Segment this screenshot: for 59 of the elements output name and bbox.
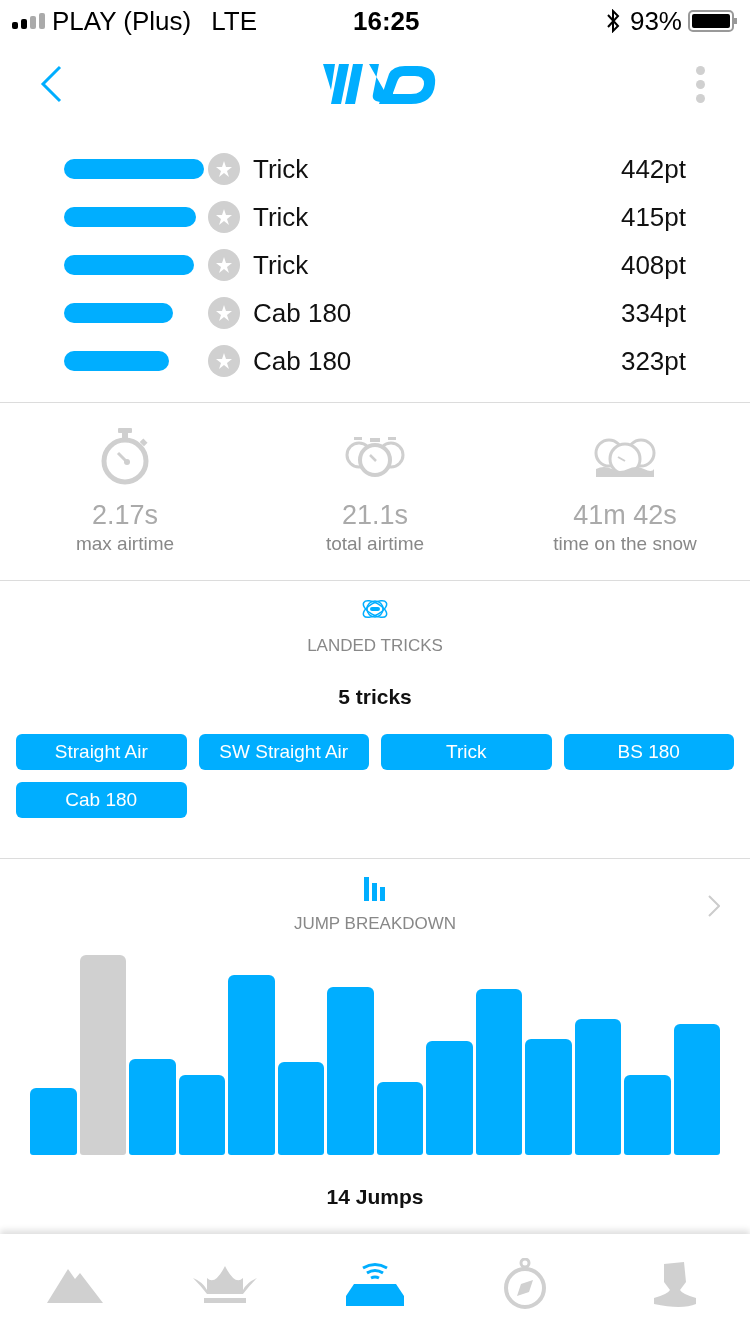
tricks-count: 5 tricks	[338, 683, 412, 710]
trick-name: Cab 180	[253, 344, 352, 378]
jump-bar[interactable]	[30, 1088, 77, 1155]
jump-bar[interactable]	[79, 954, 126, 1155]
trick-points: 323pt	[620, 344, 686, 378]
jump-bar[interactable]	[624, 1075, 671, 1155]
stat-label: total airtime	[325, 532, 425, 556]
section-title: LANDED TRICKS	[307, 635, 443, 657]
jump-bar[interactable]	[327, 986, 374, 1155]
carrier-name: PLAY (Plus)	[52, 4, 192, 38]
jump-bar[interactable]	[376, 1082, 423, 1155]
jump-bar[interactable]	[574, 1018, 621, 1155]
bluetooth-icon	[605, 9, 620, 33]
jump-bar[interactable]	[673, 1023, 720, 1155]
network-type: LTE	[211, 4, 257, 38]
stat-value: 2.17s	[91, 499, 159, 531]
stat-value: 41m 42s	[573, 499, 677, 531]
jump-bar[interactable]	[475, 988, 522, 1155]
trick-points: 334pt	[620, 296, 686, 330]
jump-bar[interactable]	[129, 1059, 176, 1155]
jump-bar[interactable]	[525, 1038, 572, 1155]
star-badge-icon	[208, 153, 240, 185]
battery-percent: 93%	[629, 4, 682, 38]
trick-tag: Cab 180	[16, 782, 187, 818]
bar-chart-icon	[364, 875, 386, 901]
crown-icon	[193, 1264, 257, 1304]
trick-name: Trick	[253, 152, 309, 186]
star-badge-icon	[208, 201, 240, 233]
trick-tag: SW Straight Air	[198, 734, 369, 770]
star-badge-icon	[208, 297, 240, 329]
star-badge-icon	[208, 345, 240, 377]
trick-tag: Straight Air	[16, 734, 187, 770]
trick-points: 415pt	[620, 200, 686, 234]
compass-icon	[502, 1258, 548, 1310]
stat-label: time on the snow	[553, 532, 697, 556]
section-title: JUMP BREAKDOWN	[293, 913, 457, 935]
trick-tag: BS 180	[563, 734, 734, 770]
jump-bar[interactable]	[228, 974, 275, 1155]
signal-icon	[12, 13, 48, 29]
chevron-right-icon[interactable]	[708, 895, 720, 917]
trick-points: 442pt	[620, 152, 686, 186]
star-badge-icon	[208, 249, 240, 281]
jumps-count: 14 Jumps	[326, 1183, 424, 1210]
stat-label: max airtime	[75, 532, 175, 556]
trick-name: Trick	[253, 248, 309, 282]
battery-icon	[688, 9, 738, 33]
trick-name: Cab 180	[253, 296, 352, 330]
profile-icon	[652, 1260, 698, 1308]
jump-bar[interactable]	[277, 1062, 324, 1155]
jump-bar[interactable]	[178, 1075, 225, 1155]
clock-time: 16:25	[353, 4, 420, 38]
trick-tag: Trick	[381, 734, 552, 770]
stopwatch-icon	[99, 428, 151, 486]
jump-bar[interactable]	[426, 1040, 473, 1155]
stat-value: 21.1s	[341, 499, 409, 531]
signal-device-icon	[346, 1262, 404, 1306]
trick-points: 408pt	[620, 248, 686, 282]
stopwatches-icon	[344, 435, 406, 479]
trick-name: Trick	[253, 200, 309, 234]
